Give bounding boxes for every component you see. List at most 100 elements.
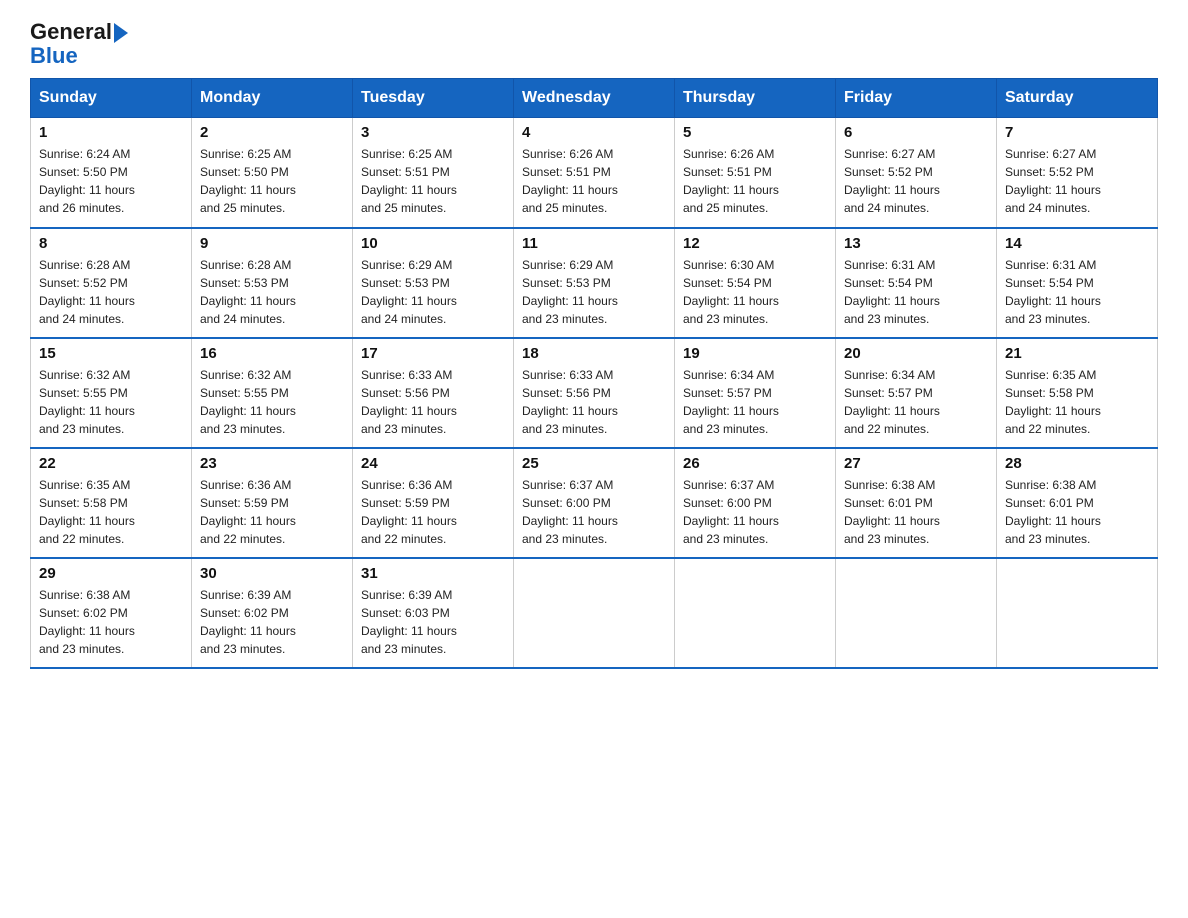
day-info: Sunrise: 6:38 AM Sunset: 6:01 PM Dayligh… xyxy=(844,476,988,548)
day-number: 19 xyxy=(683,345,827,362)
calendar-cell: 11 Sunrise: 6:29 AM Sunset: 5:53 PM Dayl… xyxy=(514,228,675,338)
day-number: 3 xyxy=(361,124,505,141)
calendar-cell: 18 Sunrise: 6:33 AM Sunset: 5:56 PM Dayl… xyxy=(514,338,675,448)
day-info: Sunrise: 6:28 AM Sunset: 5:52 PM Dayligh… xyxy=(39,256,183,328)
day-info: Sunrise: 6:30 AM Sunset: 5:54 PM Dayligh… xyxy=(683,256,827,328)
day-number: 17 xyxy=(361,345,505,362)
day-info: Sunrise: 6:36 AM Sunset: 5:59 PM Dayligh… xyxy=(361,476,505,548)
calendar-cell: 24 Sunrise: 6:36 AM Sunset: 5:59 PM Dayl… xyxy=(353,448,514,558)
calendar-cell: 3 Sunrise: 6:25 AM Sunset: 5:51 PM Dayli… xyxy=(353,118,514,228)
day-number: 4 xyxy=(522,124,666,141)
calendar-cell: 21 Sunrise: 6:35 AM Sunset: 5:58 PM Dayl… xyxy=(997,338,1158,448)
calendar-cell: 22 Sunrise: 6:35 AM Sunset: 5:58 PM Dayl… xyxy=(31,448,192,558)
calendar-cell xyxy=(997,558,1158,668)
calendar-cell: 7 Sunrise: 6:27 AM Sunset: 5:52 PM Dayli… xyxy=(997,118,1158,228)
calendar-header-row: SundayMondayTuesdayWednesdayThursdayFrid… xyxy=(31,79,1158,118)
day-info: Sunrise: 6:28 AM Sunset: 5:53 PM Dayligh… xyxy=(200,256,344,328)
day-info: Sunrise: 6:29 AM Sunset: 5:53 PM Dayligh… xyxy=(361,256,505,328)
calendar-cell: 27 Sunrise: 6:38 AM Sunset: 6:01 PM Dayl… xyxy=(836,448,997,558)
day-info: Sunrise: 6:27 AM Sunset: 5:52 PM Dayligh… xyxy=(1005,145,1149,217)
calendar-header-monday: Monday xyxy=(192,79,353,118)
calendar-cell: 20 Sunrise: 6:34 AM Sunset: 5:57 PM Dayl… xyxy=(836,338,997,448)
day-info: Sunrise: 6:32 AM Sunset: 5:55 PM Dayligh… xyxy=(200,366,344,438)
day-info: Sunrise: 6:26 AM Sunset: 5:51 PM Dayligh… xyxy=(522,145,666,217)
day-info: Sunrise: 6:38 AM Sunset: 6:02 PM Dayligh… xyxy=(39,586,183,658)
day-number: 18 xyxy=(522,345,666,362)
day-info: Sunrise: 6:36 AM Sunset: 5:59 PM Dayligh… xyxy=(200,476,344,548)
calendar-cell: 8 Sunrise: 6:28 AM Sunset: 5:52 PM Dayli… xyxy=(31,228,192,338)
day-info: Sunrise: 6:34 AM Sunset: 5:57 PM Dayligh… xyxy=(683,366,827,438)
day-number: 9 xyxy=(200,235,344,252)
calendar-cell: 6 Sunrise: 6:27 AM Sunset: 5:52 PM Dayli… xyxy=(836,118,997,228)
day-number: 26 xyxy=(683,455,827,472)
calendar-header-friday: Friday xyxy=(836,79,997,118)
calendar-cell: 29 Sunrise: 6:38 AM Sunset: 6:02 PM Dayl… xyxy=(31,558,192,668)
calendar-cell: 15 Sunrise: 6:32 AM Sunset: 5:55 PM Dayl… xyxy=(31,338,192,448)
calendar-week-row-1: 1 Sunrise: 6:24 AM Sunset: 5:50 PM Dayli… xyxy=(31,118,1158,228)
calendar-cell: 13 Sunrise: 6:31 AM Sunset: 5:54 PM Dayl… xyxy=(836,228,997,338)
calendar-header-tuesday: Tuesday xyxy=(353,79,514,118)
calendar-cell: 19 Sunrise: 6:34 AM Sunset: 5:57 PM Dayl… xyxy=(675,338,836,448)
day-number: 8 xyxy=(39,235,183,252)
day-number: 22 xyxy=(39,455,183,472)
page-header: GeneralBlue xyxy=(30,20,1158,68)
day-number: 21 xyxy=(1005,345,1149,362)
calendar-cell: 10 Sunrise: 6:29 AM Sunset: 5:53 PM Dayl… xyxy=(353,228,514,338)
day-info: Sunrise: 6:33 AM Sunset: 5:56 PM Dayligh… xyxy=(361,366,505,438)
day-number: 31 xyxy=(361,565,505,582)
day-number: 10 xyxy=(361,235,505,252)
day-number: 23 xyxy=(200,455,344,472)
calendar-header-thursday: Thursday xyxy=(675,79,836,118)
calendar-header-saturday: Saturday xyxy=(997,79,1158,118)
logo-arrow-icon xyxy=(114,23,128,43)
calendar-cell: 14 Sunrise: 6:31 AM Sunset: 5:54 PM Dayl… xyxy=(997,228,1158,338)
day-number: 27 xyxy=(844,455,988,472)
day-number: 11 xyxy=(522,235,666,252)
day-number: 15 xyxy=(39,345,183,362)
day-info: Sunrise: 6:37 AM Sunset: 6:00 PM Dayligh… xyxy=(522,476,666,548)
day-info: Sunrise: 6:34 AM Sunset: 5:57 PM Dayligh… xyxy=(844,366,988,438)
day-info: Sunrise: 6:38 AM Sunset: 6:01 PM Dayligh… xyxy=(1005,476,1149,548)
day-info: Sunrise: 6:24 AM Sunset: 5:50 PM Dayligh… xyxy=(39,145,183,217)
day-number: 1 xyxy=(39,124,183,141)
calendar-week-row-5: 29 Sunrise: 6:38 AM Sunset: 6:02 PM Dayl… xyxy=(31,558,1158,668)
day-info: Sunrise: 6:35 AM Sunset: 5:58 PM Dayligh… xyxy=(39,476,183,548)
calendar-cell: 25 Sunrise: 6:37 AM Sunset: 6:00 PM Dayl… xyxy=(514,448,675,558)
calendar-cell: 28 Sunrise: 6:38 AM Sunset: 6:01 PM Dayl… xyxy=(997,448,1158,558)
calendar-table: SundayMondayTuesdayWednesdayThursdayFrid… xyxy=(30,78,1158,669)
calendar-week-row-2: 8 Sunrise: 6:28 AM Sunset: 5:52 PM Dayli… xyxy=(31,228,1158,338)
day-info: Sunrise: 6:27 AM Sunset: 5:52 PM Dayligh… xyxy=(844,145,988,217)
day-info: Sunrise: 6:32 AM Sunset: 5:55 PM Dayligh… xyxy=(39,366,183,438)
calendar-cell: 4 Sunrise: 6:26 AM Sunset: 5:51 PM Dayli… xyxy=(514,118,675,228)
calendar-cell xyxy=(675,558,836,668)
calendar-cell xyxy=(836,558,997,668)
day-info: Sunrise: 6:33 AM Sunset: 5:56 PM Dayligh… xyxy=(522,366,666,438)
calendar-cell: 16 Sunrise: 6:32 AM Sunset: 5:55 PM Dayl… xyxy=(192,338,353,448)
day-info: Sunrise: 6:39 AM Sunset: 6:02 PM Dayligh… xyxy=(200,586,344,658)
calendar-cell: 26 Sunrise: 6:37 AM Sunset: 6:00 PM Dayl… xyxy=(675,448,836,558)
day-number: 28 xyxy=(1005,455,1149,472)
day-number: 14 xyxy=(1005,235,1149,252)
day-number: 6 xyxy=(844,124,988,141)
calendar-cell: 17 Sunrise: 6:33 AM Sunset: 5:56 PM Dayl… xyxy=(353,338,514,448)
day-info: Sunrise: 6:31 AM Sunset: 5:54 PM Dayligh… xyxy=(844,256,988,328)
day-number: 24 xyxy=(361,455,505,472)
calendar-cell: 9 Sunrise: 6:28 AM Sunset: 5:53 PM Dayli… xyxy=(192,228,353,338)
day-number: 12 xyxy=(683,235,827,252)
logo: GeneralBlue xyxy=(30,20,128,68)
day-info: Sunrise: 6:37 AM Sunset: 6:00 PM Dayligh… xyxy=(683,476,827,548)
day-info: Sunrise: 6:25 AM Sunset: 5:51 PM Dayligh… xyxy=(361,145,505,217)
day-number: 30 xyxy=(200,565,344,582)
day-info: Sunrise: 6:31 AM Sunset: 5:54 PM Dayligh… xyxy=(1005,256,1149,328)
calendar-cell: 2 Sunrise: 6:25 AM Sunset: 5:50 PM Dayli… xyxy=(192,118,353,228)
day-number: 25 xyxy=(522,455,666,472)
day-number: 7 xyxy=(1005,124,1149,141)
day-number: 2 xyxy=(200,124,344,141)
day-number: 29 xyxy=(39,565,183,582)
day-info: Sunrise: 6:35 AM Sunset: 5:58 PM Dayligh… xyxy=(1005,366,1149,438)
day-number: 16 xyxy=(200,345,344,362)
day-number: 13 xyxy=(844,235,988,252)
calendar-cell: 5 Sunrise: 6:26 AM Sunset: 5:51 PM Dayli… xyxy=(675,118,836,228)
logo-blue-text: Blue xyxy=(30,43,78,68)
logo-text: GeneralBlue xyxy=(30,20,128,68)
